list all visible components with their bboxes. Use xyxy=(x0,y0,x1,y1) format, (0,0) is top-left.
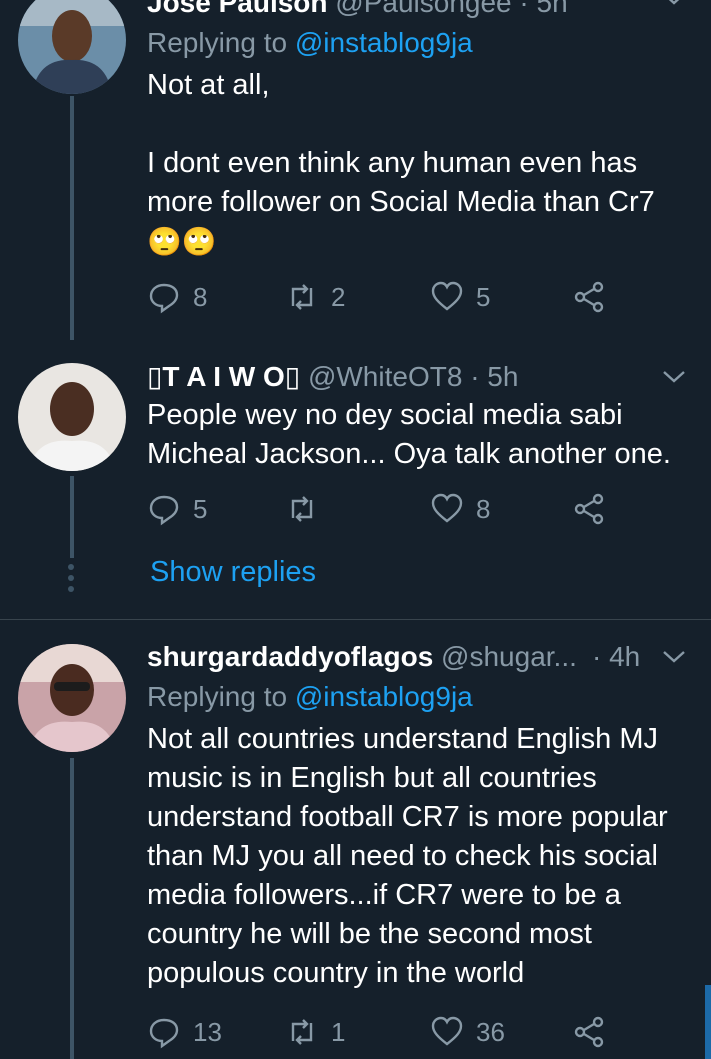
retweet-button[interactable] xyxy=(285,492,331,526)
reply-button[interactable]: 5 xyxy=(147,492,207,526)
like-icon xyxy=(431,281,463,311)
like-icon xyxy=(431,1016,463,1046)
reply-icon xyxy=(149,1018,179,1049)
reply-button[interactable]: 8 xyxy=(147,280,207,314)
tweet-text: Not all countries understand English MJ … xyxy=(147,723,668,989)
tweet-text-line: I dont even think any human even has mor… xyxy=(147,147,655,218)
tweet-actions: 5 8 xyxy=(147,492,627,532)
timestamp[interactable]: · 5h xyxy=(470,361,518,392)
reply-count: 13 xyxy=(193,1016,222,1047)
scrollbar[interactable] xyxy=(705,985,711,1059)
replying-prefix: Replying to xyxy=(147,681,288,712)
tweet-text-line: Not at all, xyxy=(147,69,270,101)
display-name[interactable]: shurgardaddyoflagos xyxy=(147,641,433,672)
share-button[interactable] xyxy=(572,1015,606,1049)
retweet-count: 1 xyxy=(331,1016,346,1047)
display-name[interactable]: Jose Paulson xyxy=(147,0,328,18)
tweet-actions: 8 2 5 xyxy=(147,280,627,320)
chevron-down-icon[interactable] xyxy=(661,364,687,390)
like-icon xyxy=(431,493,463,523)
avatar[interactable] xyxy=(18,0,126,94)
timestamp[interactable]: · 4h xyxy=(592,640,640,674)
tweet-3[interactable]: shurgardaddyoflagos @shugar... Replying … xyxy=(0,620,711,1059)
share-icon xyxy=(574,281,604,313)
replying-handle-link[interactable]: @instablog9ja xyxy=(295,27,473,58)
retweet-icon xyxy=(291,1019,313,1045)
like-button[interactable]: 8 xyxy=(430,492,490,526)
share-icon xyxy=(574,493,604,525)
share-button[interactable] xyxy=(572,492,606,526)
share-button[interactable] xyxy=(572,280,606,314)
thread-line xyxy=(70,476,74,558)
like-button[interactable]: 36 xyxy=(430,1015,505,1049)
tweet-actions: 13 1 36 xyxy=(147,1015,627,1055)
avatar[interactable] xyxy=(18,363,126,471)
replying-prefix: Replying to xyxy=(147,27,288,58)
tweet-text: Not at all, I dont even think any human … xyxy=(147,66,681,261)
tweet-text: People wey no dey social media sabi Mich… xyxy=(147,399,671,470)
retweet-icon xyxy=(291,496,313,522)
retweet-button[interactable]: 2 xyxy=(285,280,345,314)
replying-to: Replying to @instablog9ja xyxy=(147,26,681,60)
show-replies-link[interactable]: Show replies xyxy=(150,556,316,589)
like-count: 8 xyxy=(476,493,491,524)
retweet-icon xyxy=(291,284,313,310)
reply-count: 5 xyxy=(193,493,208,524)
like-count: 5 xyxy=(476,281,491,312)
handle[interactable]: @WhiteOT8 xyxy=(308,361,462,392)
handle[interactable]: @Paulsongee xyxy=(335,0,511,18)
replying-to: Replying to @instablog9ja xyxy=(147,680,681,714)
reply-count: 8 xyxy=(193,281,208,312)
chevron-down-icon[interactable] xyxy=(661,644,687,670)
thread-line xyxy=(70,758,74,1059)
retweet-count: 2 xyxy=(331,281,346,312)
tweet-1[interactable]: Jose Paulson @Paulsongee · 5h Replying t… xyxy=(0,0,711,340)
reply-icon xyxy=(149,283,179,314)
share-icon xyxy=(574,1016,604,1048)
reply-button[interactable]: 13 xyxy=(147,1015,222,1049)
timestamp[interactable]: · 5h xyxy=(519,0,567,18)
avatar[interactable] xyxy=(18,644,126,752)
chevron-down-icon[interactable] xyxy=(661,0,687,12)
tweet-2[interactable]: ▯T A I W O▯ @WhiteOT8 · 5h People wey no… xyxy=(0,340,711,620)
emoji-text: 🙄🙄 xyxy=(147,226,217,257)
thread-line xyxy=(70,96,74,340)
like-button[interactable]: 5 xyxy=(430,280,490,314)
display-name[interactable]: ▯T A I W O▯ xyxy=(147,361,300,392)
more-replies-dots xyxy=(68,564,74,597)
replying-handle-link[interactable]: @instablog9ja xyxy=(295,681,473,712)
reply-icon xyxy=(149,495,179,526)
handle[interactable]: @shugar... xyxy=(441,641,577,672)
retweet-button[interactable]: 1 xyxy=(285,1015,345,1049)
like-count: 36 xyxy=(476,1016,505,1047)
